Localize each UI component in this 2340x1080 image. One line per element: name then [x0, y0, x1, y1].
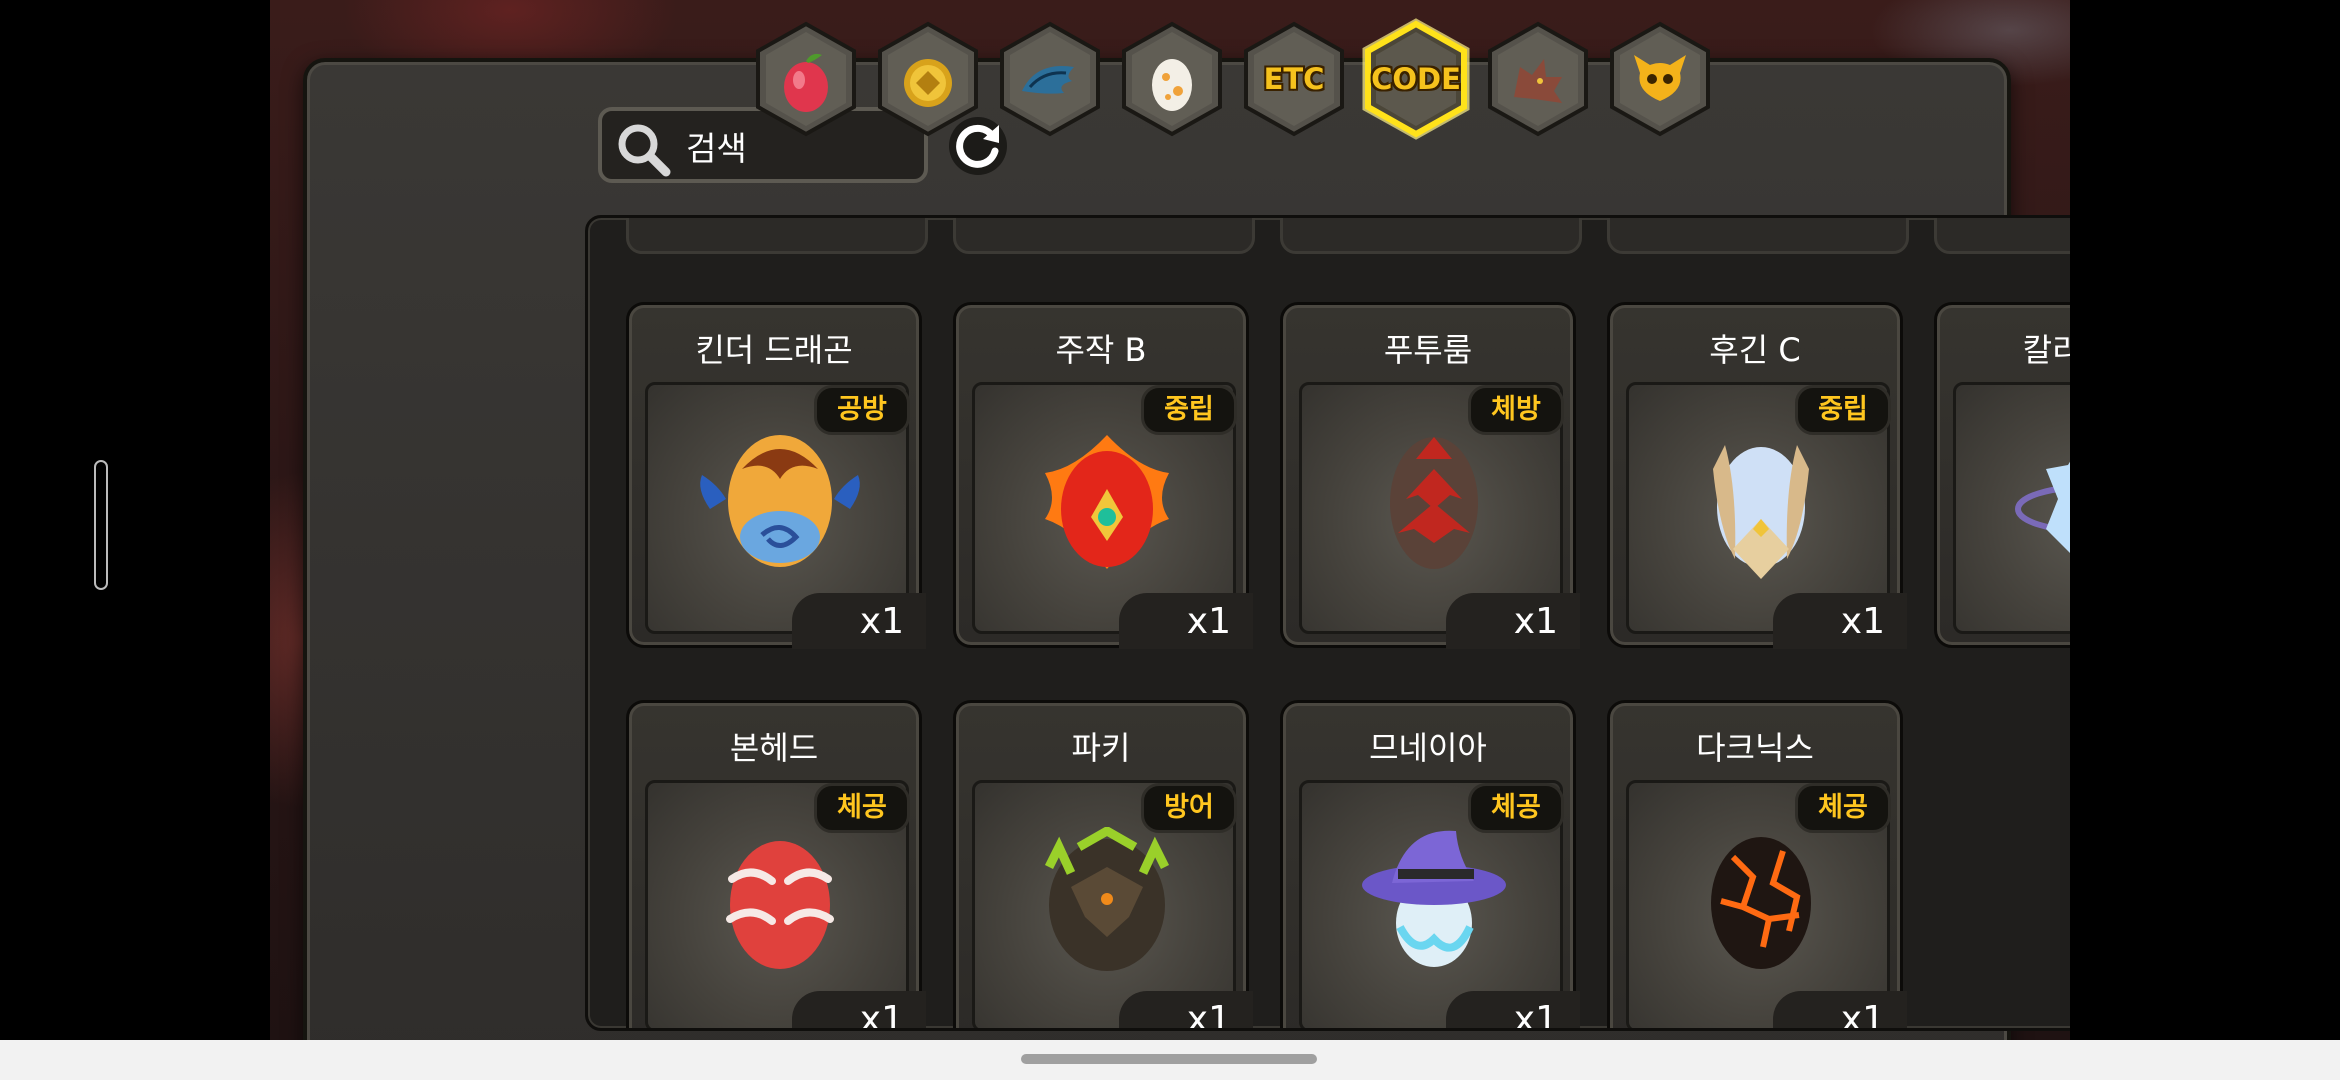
tab-coin[interactable] [872, 18, 984, 140]
item-type-badge: 공방 [814, 385, 910, 435]
mneia-egg-icon [1362, 830, 1506, 967]
item-card-partial[interactable] [953, 218, 1255, 254]
monster-face-icon [1634, 55, 1686, 101]
item-card[interactable]: 푸투룸체방 x1 [1280, 302, 1580, 649]
item-quantity: x1 [1446, 991, 1580, 1028]
item-card[interactable]: 다크닉스체공 x1 [1607, 700, 1907, 1028]
egg-icon [1152, 59, 1192, 111]
bonehead-egg-icon [726, 841, 834, 969]
tab-egg[interactable] [1116, 18, 1228, 140]
item-slot: 중립 x1 [1626, 382, 1907, 649]
item-slot: 중립x1 [1953, 382, 2070, 634]
item-card-partial[interactable] [1934, 218, 2070, 254]
puturum-egg-icon [1390, 437, 1478, 569]
item-quantity: x1 [1119, 991, 1253, 1028]
item-name: 푸투룸 [1383, 331, 1473, 369]
tab-etc[interactable]: ETC [1238, 18, 1350, 140]
item-name: 파키 [1071, 729, 1131, 767]
item-card[interactable]: 므네이아체공 x1 [1280, 700, 1580, 1028]
item-type-badge: 중립 [1141, 385, 1237, 435]
tab-label: ETC [1263, 62, 1325, 96]
item-quantity: x1 [1773, 593, 1907, 649]
dragon-wing-icon [1022, 66, 1074, 94]
darknix-egg-icon [1711, 837, 1811, 969]
tab-label: CODE [1371, 62, 1461, 96]
item-quantity: x1 [792, 593, 926, 649]
gold-coin-icon [904, 59, 952, 107]
item-card-partial[interactable] [1280, 218, 1582, 254]
hugin-egg-icon [1713, 445, 1809, 579]
item-card-partial[interactable] [626, 218, 928, 254]
item-quantity: x1 [1773, 991, 1907, 1028]
item-slot: 방어 x1 [972, 780, 1253, 1028]
item-slot: 체방 x1 [1299, 382, 1580, 649]
item-quantity: x1 [1446, 593, 1580, 649]
item-name: 본헤드 [729, 729, 819, 767]
item-card[interactable]: 칼리시 S 중립x1 [1934, 302, 2070, 648]
item-name: 후긴 C [1709, 331, 1801, 369]
item-quantity: x1 [1119, 593, 1253, 649]
tab-code[interactable]: CODE [1360, 18, 1472, 140]
item-name: 킨더 드래곤 [695, 331, 853, 369]
item-grid[interactable]: 킨더 드래곤공방x1주작 B중립x1푸투룸체방x1후긴 C중립x1칼리시 S중립… [585, 215, 2070, 1031]
item-name: 칼리시 S [2022, 331, 2070, 369]
item-card[interactable]: 킨더 드래곤공방 x1 [626, 302, 926, 649]
item-card-partial[interactable] [1607, 218, 1909, 254]
item-card[interactable]: 주작 B 중립 x1 [953, 302, 1253, 649]
dragon-head-icon [1514, 59, 1562, 103]
item-slot: 체공 x1 [645, 780, 926, 1028]
fruit-icon [784, 53, 828, 112]
side-drawer-handle[interactable] [94, 460, 108, 590]
game-viewport: ETCCODE 킨더 드래곤공방x1주작 B중립x1푸투룸체방x1후긴 C중립x… [270, 0, 2070, 1040]
item-type-badge: 체공 [814, 783, 910, 833]
home-indicator[interactable] [1021, 1054, 1317, 1064]
item-type-badge: 체공 [1468, 783, 1564, 833]
item-slot: 공방 x1 [645, 382, 926, 649]
item-name: 주작 B [1055, 331, 1147, 369]
item-type-badge: 중립 [1795, 385, 1891, 435]
system-navigation-bar [0, 1040, 2340, 1080]
kalisi-egg-icon [2015, 461, 2070, 553]
jujak-egg-icon [1045, 435, 1169, 569]
search-icon [618, 124, 671, 177]
item-type-badge: 체공 [1795, 783, 1891, 833]
tab-fruit[interactable] [750, 18, 862, 140]
item-name: 므네이아 [1369, 729, 1487, 767]
item-slot: 체공 x1 [1626, 780, 1907, 1028]
item-quantity: x1 [792, 991, 926, 1028]
item-card[interactable]: 파키방어 x1 [953, 700, 1253, 1028]
item-type-badge: 방어 [1141, 783, 1237, 833]
item-type-badge: 체방 [1468, 385, 1564, 435]
item-slot: 중립 x1 [972, 382, 1253, 649]
item-card[interactable]: 본헤드체공 x1 [626, 700, 926, 1028]
kinder-dragon-egg-icon [700, 435, 860, 567]
tab-monster[interactable] [1604, 18, 1716, 140]
item-card[interactable]: 후긴 C 중립 x1 [1607, 302, 1907, 649]
item-slot: 체공 x1 [1299, 780, 1580, 1028]
tab-dragon[interactable] [1482, 18, 1594, 140]
tab-wing[interactable] [994, 18, 1106, 140]
paki-egg-icon [1044, 827, 1170, 971]
item-name: 다크닉스 [1696, 729, 1814, 767]
